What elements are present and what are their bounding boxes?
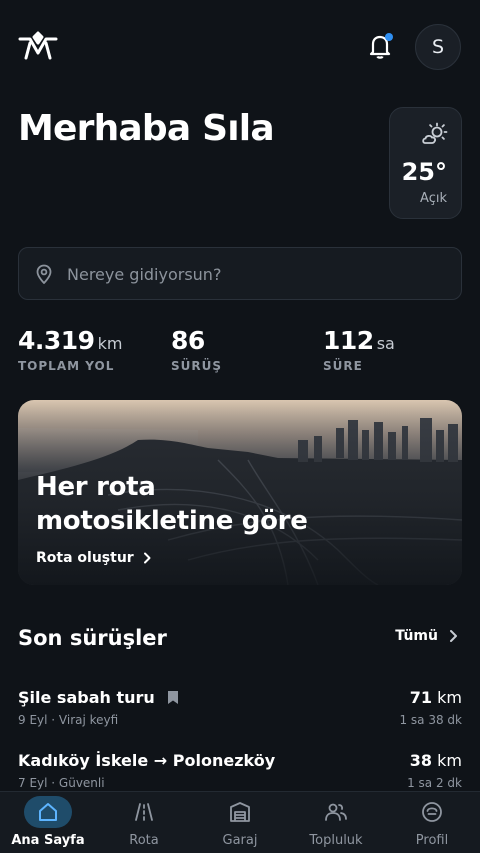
ride-duration: 1 sa 2 dk (407, 776, 462, 790)
ride-distance-unit: km (437, 688, 462, 707)
see-all-link[interactable]: Tümü (395, 628, 458, 644)
stat-value: 112 (323, 326, 374, 355)
community-icon (325, 803, 347, 821)
bookmark-icon[interactable] (167, 690, 179, 705)
see-all-label: Tümü (395, 628, 438, 644)
stat-value: 4.319 (18, 326, 95, 355)
nav-item-community[interactable]: Topluluk (288, 792, 384, 853)
location-pin-icon (36, 264, 52, 284)
nav-icon-container (24, 796, 72, 828)
stat-label: SÜRE (323, 359, 363, 373)
stat-ride-count: 86 SÜRÜŞ (171, 326, 222, 373)
weather-temperature: 25° (401, 158, 447, 186)
ride-name-row: Şile sabah turu (18, 688, 179, 707)
nav-label: Profil (415, 833, 449, 848)
notification-dot (385, 33, 393, 41)
weather-card[interactable]: 25° Açık (389, 107, 462, 219)
nav-label: Garaj (222, 833, 258, 848)
nav-item-home[interactable]: Ana Sayfa (0, 792, 96, 853)
profile-icon (422, 802, 442, 822)
stat-total-distance: 4.319 km TOPLAM YOL (18, 326, 122, 373)
stat-total-time: 112 sa SÜRE (323, 326, 395, 373)
nav-icon-container (408, 796, 456, 828)
bottom-nav: Ana Sayfa Rota Garaj Topluluk Profil (0, 791, 480, 853)
nav-label: Ana Sayfa (11, 833, 85, 848)
nav-item-route[interactable]: Rota (96, 792, 192, 853)
stat-value: 86 (171, 326, 205, 355)
ride-meta: 7 Eyl · Güvenli (18, 776, 105, 790)
avatar[interactable]: S (415, 24, 461, 70)
create-route-link[interactable]: Rota oluştur (36, 550, 152, 566)
ride-name: Kadıköy İskele → Polonezköy (18, 751, 276, 770)
ride-distance: 71 km (410, 688, 462, 707)
nav-label: Topluluk (309, 833, 363, 848)
chevron-right-icon (450, 630, 457, 642)
road-icon (135, 803, 153, 821)
stat-label: TOPLAM YOL (18, 359, 115, 373)
nav-item-garage[interactable]: Garaj (192, 792, 288, 853)
stat-unit: sa (376, 334, 395, 353)
chevron-right-icon (143, 552, 151, 564)
partly-cloudy-sun-icon (422, 122, 448, 144)
ride-duration: 1 sa 38 dk (399, 713, 462, 727)
brand-logo-icon[interactable] (18, 31, 58, 61)
ride-distance-value: 71 (409, 688, 433, 707)
destination-search[interactable] (18, 247, 462, 300)
ride-distance-unit: km (437, 751, 462, 770)
nav-icon-container (312, 796, 360, 828)
home-icon (39, 803, 57, 821)
greeting-title: Merhaba Sıla (18, 108, 275, 149)
top-bar: S (0, 0, 480, 95)
nav-icon-container (216, 796, 264, 828)
ride-distance: 38 km (410, 751, 462, 770)
hero-title: Her rota motosikletine göre (36, 472, 308, 536)
hero-banner[interactable]: Her rota motosikletine göre Rota oluştur (18, 400, 462, 585)
search-input[interactable] (67, 260, 447, 288)
nav-label: Rota (129, 833, 159, 848)
nav-icon-container (120, 796, 168, 828)
ride-list-item[interactable]: Şile sabah turu 9 Eyl · Viraj keyfi 71 k… (18, 688, 462, 738)
garage-icon (230, 802, 250, 822)
ride-name: Şile sabah turu (18, 688, 155, 707)
stat-unit: km (97, 334, 123, 353)
weather-condition: Açık (420, 191, 447, 206)
ride-name-row: Kadıköy İskele → Polonezköy (18, 751, 275, 770)
recent-rides-title: Son sürüşler (18, 626, 167, 650)
ride-distance-value: 38 (409, 751, 433, 770)
create-route-label: Rota oluştur (36, 550, 134, 566)
nav-item-profile[interactable]: Profil (384, 792, 480, 853)
ride-meta: 9 Eyl · Viraj keyfi (18, 713, 119, 727)
stat-label: SÜRÜŞ (171, 359, 223, 373)
